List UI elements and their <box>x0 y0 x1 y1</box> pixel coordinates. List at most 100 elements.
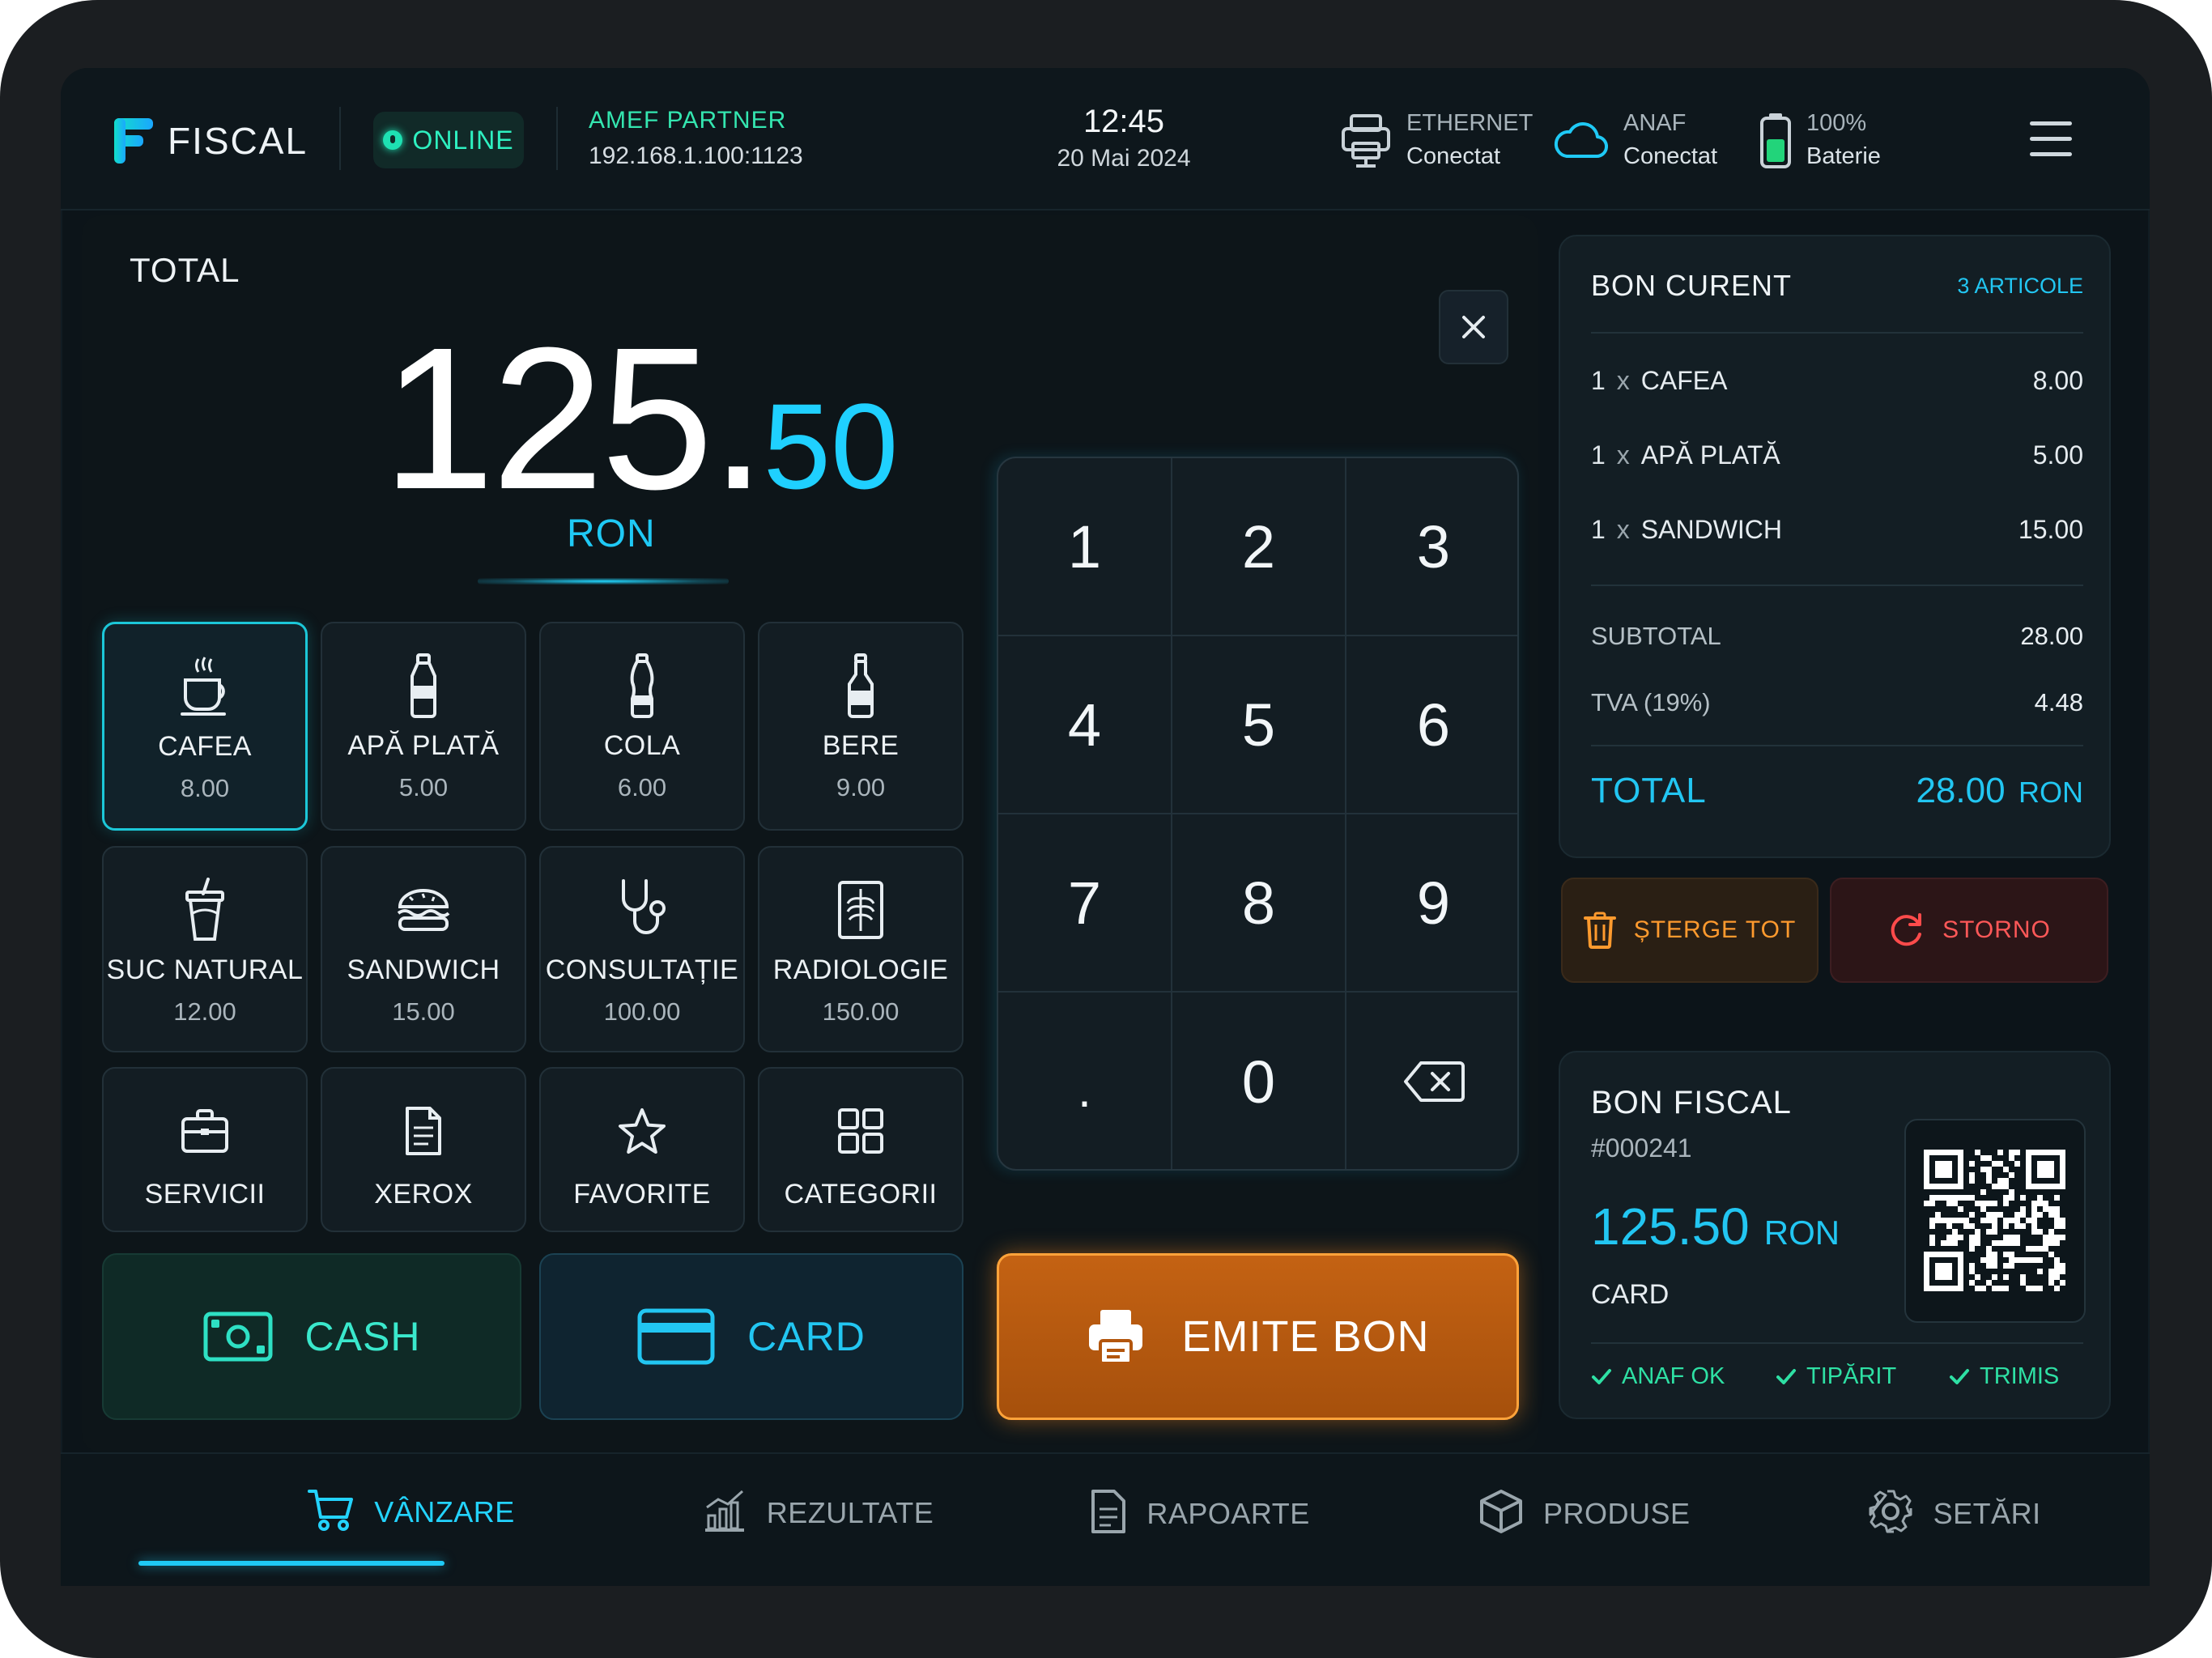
nav-item-gear[interactable]: SETĂRI <box>1867 1488 2041 1539</box>
cola-bottle-icon <box>626 653 658 718</box>
fiscal-payment-method: CARD <box>1591 1279 1670 1310</box>
online-label: ONLINE <box>412 125 514 155</box>
product-price: 150.00 <box>822 997 900 1026</box>
clock-time: 12:45 <box>1083 104 1165 139</box>
total-currency: RON <box>567 512 656 555</box>
product-name: BERE <box>822 730 900 761</box>
digit-key-8[interactable]: 8 <box>1172 814 1346 993</box>
qr-code-icon <box>1924 1150 2065 1291</box>
receipt-line-item: 1 x SANDWICH 15.00 <box>1591 515 2083 545</box>
product-price: 100.00 <box>603 997 681 1026</box>
product-tile[interactable]: FAVORITE <box>539 1067 745 1232</box>
product-tile[interactable]: SUC NATURAL 12.00 <box>102 846 308 1052</box>
amef-info: AMEF PARTNER 192.168.1.100:1123 <box>589 107 803 170</box>
nav-label: SETĂRI <box>1933 1496 2041 1530</box>
anaf-label: ANAF <box>1623 110 1687 136</box>
fiscal-logo-icon <box>114 118 153 164</box>
card-button[interactable]: CARD <box>539 1253 963 1420</box>
digit-key-6[interactable]: 6 <box>1346 636 1517 814</box>
fiscal-title: BON FISCAL <box>1591 1085 1792 1120</box>
gear-icon <box>1867 1488 1914 1539</box>
ethernet-status: ETHERNET Conectat <box>1340 110 1533 170</box>
document-icon <box>404 1099 443 1163</box>
nav-item-report[interactable]: RAPOARTE <box>1090 1488 1309 1539</box>
subtotal-row: SUBTOTAL 28.00 <box>1591 622 2083 651</box>
digit-key-4[interactable]: 4 <box>998 636 1172 814</box>
digit-key-9[interactable]: 9 <box>1346 814 1517 993</box>
ethernet-value: Conectat <box>1406 143 1501 169</box>
header-divider <box>556 107 558 170</box>
total-display: 125. 50 <box>382 317 898 520</box>
menu-icon[interactable] <box>2030 121 2072 157</box>
times-sign: x <box>1616 366 1630 395</box>
online-indicator-icon <box>383 130 403 150</box>
item-amount: 15.00 <box>2018 515 2083 544</box>
product-tile[interactable]: XEROX <box>321 1067 526 1232</box>
beer-bottle-icon <box>844 653 877 718</box>
product-tile[interactable]: SANDWICH 15.00 <box>321 846 526 1052</box>
digit-key-7[interactable]: 7 <box>998 814 1172 993</box>
total-label: TOTAL <box>130 251 240 289</box>
receipt-total-label: TOTAL <box>1591 771 1707 810</box>
delete-all-button[interactable]: ȘTERGE TOT <box>1561 878 1819 983</box>
cart-icon <box>308 1488 355 1536</box>
item-amount: 5.00 <box>2032 440 2083 470</box>
emit-receipt-button[interactable]: EMITE BON <box>997 1253 1519 1420</box>
times-sign: x <box>1616 440 1630 470</box>
product-tile[interactable]: CONSULTAȚIE 100.00 <box>539 846 745 1052</box>
digit-key-3[interactable]: 3 <box>1346 458 1517 636</box>
fiscal-amount: 125.50 RON <box>1591 1197 1840 1256</box>
decimal-key[interactable]: . <box>998 993 1172 1169</box>
product-price: 6.00 <box>617 773 667 801</box>
receipt-total-value: 28.00 <box>1916 771 2006 810</box>
anaf-value: Conectat <box>1623 143 1718 169</box>
fiscal-number: #000241 <box>1591 1133 1692 1163</box>
cash-button[interactable]: CASH <box>102 1253 521 1420</box>
item-name: CAFEA <box>1640 366 1728 395</box>
digit-key-2[interactable]: 2 <box>1172 458 1346 636</box>
nav-item-cart[interactable]: VÂNZARE <box>308 1488 515 1536</box>
subtotal-label: SUBTOTAL <box>1591 622 1721 650</box>
total-integer: 125. <box>382 305 767 531</box>
product-name: COLA <box>603 730 681 761</box>
nav-item-box[interactable]: PRODUSE <box>1478 1488 1691 1539</box>
vat-row: TVA (19%) 4.48 <box>1591 688 2083 717</box>
divider <box>1591 1342 2083 1344</box>
product-tile[interactable]: COLA 6.00 <box>539 622 745 831</box>
product-name: XEROX <box>374 1179 473 1209</box>
digit-key-0[interactable]: 0 <box>1172 993 1346 1169</box>
vat-value: 4.48 <box>2034 688 2083 716</box>
coffee-cup-icon <box>179 655 231 718</box>
nav-label: RAPOARTE <box>1146 1496 1310 1530</box>
receipt-title: BON CURENT <box>1591 269 1793 302</box>
backspace-key[interactable] <box>1346 993 1517 1169</box>
fiscal-status-label: ANAF OK <box>1622 1363 1725 1389</box>
box-icon <box>1478 1488 1524 1539</box>
online-status-badge: ONLINE <box>373 112 524 168</box>
report-icon <box>1090 1488 1127 1539</box>
product-tile[interactable]: RADIOLOGIE 150.00 <box>758 846 963 1052</box>
header-divider <box>339 107 341 170</box>
product-tile[interactable]: APĂ PLATĂ 5.00 <box>321 622 526 831</box>
product-tile[interactable]: SERVICII <box>102 1067 308 1232</box>
total-glow <box>478 578 729 585</box>
fiscal-status-item: TRIMIS <box>1949 1363 2059 1390</box>
digit-key-5[interactable]: 5 <box>1172 636 1346 814</box>
product-name: APĂ PLATĂ <box>347 730 500 761</box>
printer-network-icon <box>1342 114 1390 168</box>
app-logo: FISCAL <box>114 118 308 164</box>
cash-label: CASH <box>304 1314 421 1359</box>
card-label: CARD <box>747 1314 866 1359</box>
current-receipt-card: BON CURENT 3 ARTICOLE 1 x CAFEA 8.00 1 x APĂ P… <box>1559 235 2111 858</box>
nav-item-chart[interactable]: REZULTATE <box>702 1488 934 1537</box>
product-tile[interactable]: BERE 9.00 <box>758 622 963 831</box>
storno-button[interactable]: STORNO <box>1830 878 2108 983</box>
product-tile[interactable]: CATEGORII <box>758 1067 963 1232</box>
divider <box>1591 745 2083 746</box>
product-name: FAVORITE <box>573 1179 711 1209</box>
digit-key-1[interactable]: 1 <box>998 458 1172 636</box>
numeric-keypad: 123456789.0 <box>997 457 1519 1171</box>
close-icon <box>1462 316 1485 338</box>
product-tile[interactable]: CAFEA 8.00 <box>102 622 308 831</box>
clear-amount-button[interactable] <box>1439 290 1508 364</box>
